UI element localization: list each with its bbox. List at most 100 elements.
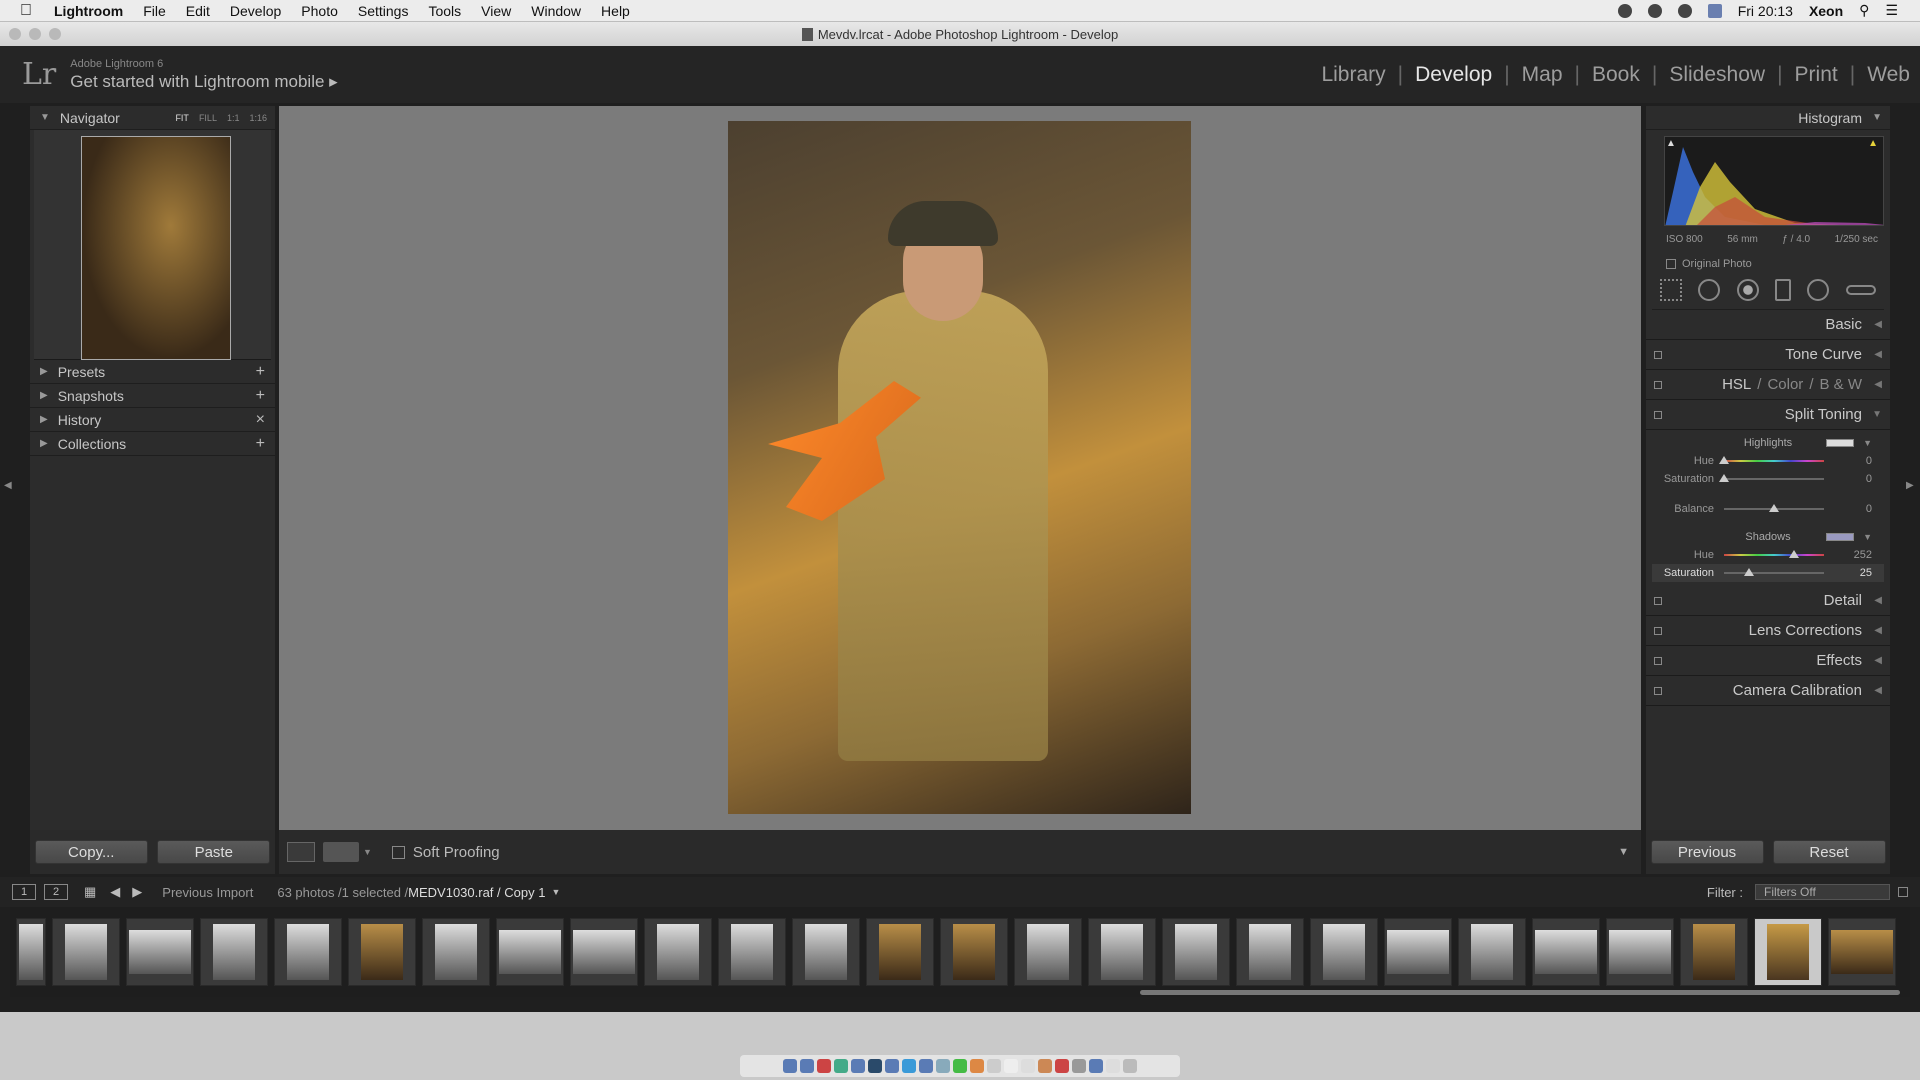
panel-toggle-switch[interactable] bbox=[1654, 656, 1662, 665]
filmstrip-thumb-selected[interactable] bbox=[1754, 918, 1822, 986]
history-header[interactable]: ▶ History × bbox=[30, 408, 275, 432]
panel-toggle-switch[interactable] bbox=[1654, 686, 1662, 695]
effects-section[interactable]: Effects ◀ bbox=[1646, 646, 1890, 676]
right-panel-toggle-icon[interactable]: ▶ bbox=[1906, 480, 1914, 491]
navigator-preview[interactable] bbox=[34, 130, 271, 360]
app-icon[interactable] bbox=[1021, 1059, 1035, 1073]
module-develop[interactable]: Develop bbox=[1415, 63, 1492, 87]
slider-knob[interactable] bbox=[1744, 568, 1754, 576]
reset-button[interactable]: Reset bbox=[1772, 840, 1886, 864]
record-icon[interactable] bbox=[1617, 3, 1632, 18]
clock[interactable]: Fri 20:13 bbox=[1738, 3, 1793, 19]
zoom-fill[interactable]: FILL bbox=[199, 113, 217, 123]
filmstrip-thumb[interactable] bbox=[274, 918, 342, 986]
source-dropdown-icon[interactable]: ▼ bbox=[551, 887, 560, 897]
app-icon[interactable] bbox=[817, 1059, 831, 1073]
snapshots-header[interactable]: ▶ Snapshots + bbox=[30, 384, 275, 408]
detail-section[interactable]: Detail ◀ bbox=[1646, 586, 1890, 616]
collapse-triangle-icon[interactable]: ▼ bbox=[40, 112, 50, 123]
trash-icon[interactable] bbox=[1123, 1059, 1137, 1073]
add-snapshot-icon[interactable]: + bbox=[256, 387, 265, 405]
user-name[interactable]: Xeon bbox=[1809, 3, 1843, 19]
filmstrip-thumb[interactable] bbox=[940, 918, 1008, 986]
toolbar-menu-icon[interactable]: ▼ bbox=[1618, 846, 1629, 858]
panel-toggle-switch[interactable] bbox=[1654, 350, 1662, 359]
graduated-filter-icon[interactable] bbox=[1775, 278, 1792, 301]
expand-triangle-icon[interactable]: ▶ bbox=[40, 438, 48, 449]
filmstrip-thumb[interactable] bbox=[1828, 918, 1896, 986]
soft-proofing-checkbox[interactable] bbox=[391, 845, 405, 859]
shadows-saturation-slider[interactable] bbox=[1724, 568, 1824, 576]
bw-tab[interactable]: B & W bbox=[1819, 376, 1862, 393]
spotlight-icon[interactable]: ⚲ bbox=[1859, 2, 1869, 19]
filmstrip-thumb[interactable] bbox=[644, 918, 712, 986]
color-tab[interactable]: Color bbox=[1767, 376, 1803, 393]
left-panel-toggle-icon[interactable]: ◀ bbox=[4, 480, 12, 491]
collapse-triangle-icon[interactable]: ◀ bbox=[1874, 655, 1882, 666]
mobile-link[interactable]: Get started with Lightroom mobile ▸ bbox=[70, 72, 337, 92]
zoom-1-16[interactable]: 1:16 bbox=[249, 113, 267, 123]
menu-file[interactable]: File bbox=[143, 3, 166, 19]
app-icon[interactable] bbox=[902, 1059, 916, 1073]
close-button[interactable] bbox=[9, 28, 21, 40]
balance-slider[interactable] bbox=[1724, 504, 1824, 512]
filmstrip-thumb[interactable] bbox=[200, 918, 268, 986]
before-after-dropdown-icon[interactable]: ▼ bbox=[363, 847, 372, 857]
module-slideshow[interactable]: Slideshow bbox=[1669, 63, 1765, 87]
app-icon[interactable] bbox=[851, 1059, 865, 1073]
original-photo-checkbox[interactable] bbox=[1666, 259, 1676, 269]
original-photo-toggle[interactable]: Original Photo bbox=[1666, 258, 1752, 270]
expand-triangle-icon[interactable]: ▶ bbox=[40, 390, 48, 401]
highlights-hue-slider[interactable] bbox=[1719, 456, 1824, 464]
main-photo[interactable] bbox=[728, 121, 1191, 814]
module-book[interactable]: Book bbox=[1592, 63, 1640, 87]
menu-list-icon[interactable]: ☰ bbox=[1885, 2, 1898, 19]
grid-view-icon[interactable]: ▦ bbox=[84, 884, 96, 900]
copy-button[interactable]: Copy... bbox=[34, 840, 148, 864]
tone-curve-section[interactable]: Tone Curve ◀ bbox=[1646, 340, 1890, 370]
shadows-hue-slider[interactable] bbox=[1724, 550, 1824, 558]
filmstrip-scrollbar[interactable] bbox=[1140, 990, 1900, 995]
balance-value[interactable]: 0 bbox=[1866, 503, 1872, 515]
filmstrip-thumb[interactable] bbox=[496, 918, 564, 986]
shadows-color-swatch[interactable] bbox=[1826, 533, 1854, 541]
filmstrip-thumb[interactable] bbox=[16, 918, 46, 986]
filter-lock-icon[interactable] bbox=[1898, 887, 1908, 897]
highlights-saturation-value[interactable]: 0 bbox=[1866, 473, 1872, 485]
filmstrip-thumb[interactable] bbox=[570, 918, 638, 986]
menu-app[interactable]: Lightroom bbox=[54, 3, 123, 19]
add-preset-icon[interactable]: + bbox=[256, 363, 265, 381]
split-toning-section[interactable]: Split Toning ▼ bbox=[1646, 400, 1890, 430]
app-icon[interactable] bbox=[1089, 1059, 1103, 1073]
filmstrip-thumb[interactable] bbox=[792, 918, 860, 986]
chrome-icon[interactable] bbox=[970, 1059, 984, 1073]
zoom-button[interactable] bbox=[49, 28, 61, 40]
collapse-triangle-icon[interactable]: ◀ bbox=[1874, 319, 1882, 330]
expand-triangle-icon[interactable]: ▼ bbox=[1872, 409, 1882, 420]
expand-triangle-icon[interactable]: ▶ bbox=[40, 414, 48, 425]
menu-develop[interactable]: Develop bbox=[230, 3, 281, 19]
adjustment-brush-icon[interactable] bbox=[1845, 284, 1876, 295]
module-map[interactable]: Map bbox=[1522, 63, 1563, 87]
collapse-triangle-icon[interactable]: ◀ bbox=[1874, 349, 1882, 360]
menu-help[interactable]: Help bbox=[601, 3, 630, 19]
app-icon[interactable] bbox=[936, 1059, 950, 1073]
clear-history-icon[interactable]: × bbox=[256, 411, 265, 429]
menu-tools[interactable]: Tools bbox=[428, 3, 461, 19]
window-2-button[interactable]: 2 bbox=[44, 884, 68, 900]
filmstrip-thumb[interactable] bbox=[1680, 918, 1748, 986]
panel-toggle-switch[interactable] bbox=[1654, 596, 1662, 605]
collapse-triangle-icon[interactable]: ▼ bbox=[1872, 112, 1882, 123]
extension-icon[interactable] bbox=[1677, 3, 1692, 18]
flag-icon[interactable] bbox=[1707, 3, 1722, 18]
shadow-clipping-icon[interactable]: ▲ bbox=[1666, 138, 1676, 149]
filmstrip-thumb[interactable] bbox=[1606, 918, 1674, 986]
collapse-triangle-icon[interactable]: ◀ bbox=[1874, 595, 1882, 606]
menu-settings[interactable]: Settings bbox=[358, 3, 409, 19]
source-label[interactable]: Previous Import bbox=[162, 885, 253, 900]
expand-triangle-icon[interactable]: ▶ bbox=[40, 366, 48, 377]
collapse-triangle-icon[interactable]: ◀ bbox=[1874, 379, 1882, 390]
filmstrip-thumb[interactable] bbox=[1458, 918, 1526, 986]
back-arrow-icon[interactable]: ◀ bbox=[110, 884, 120, 900]
filmstrip-thumb[interactable] bbox=[1162, 918, 1230, 986]
